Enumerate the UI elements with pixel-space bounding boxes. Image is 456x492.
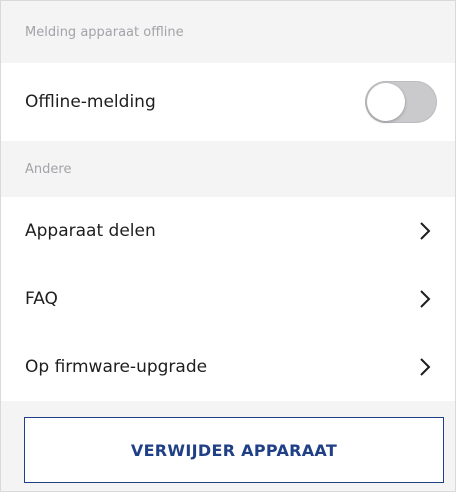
chevron-right-icon <box>417 220 433 242</box>
faq-label: FAQ <box>25 289 58 309</box>
offline-notification-label: Offline-melding <box>25 92 156 112</box>
toggle-knob <box>367 83 405 121</box>
section-header-offline: Melding apparaat offline <box>1 1 455 63</box>
firmware-upgrade-label: Op firmware-upgrade <box>25 357 208 377</box>
offline-notification-toggle[interactable] <box>365 81 437 123</box>
share-device-row[interactable]: Apparaat delen <box>1 197 455 265</box>
delete-device-button[interactable]: VERWIJDER APPARAAT <box>24 417 444 483</box>
section-header-other-label: Andere <box>25 161 72 177</box>
chevron-right-icon <box>417 288 433 310</box>
device-settings-screen: Melding apparaat offline Offline-melding… <box>0 0 456 492</box>
section-header-other: Andere <box>1 141 455 197</box>
share-device-label: Apparaat delen <box>25 221 156 241</box>
offline-notification-row: Offline-melding <box>1 63 455 141</box>
section-header-offline-label: Melding apparaat offline <box>25 24 184 40</box>
delete-area: VERWIJDER APPARAAT <box>1 401 455 491</box>
firmware-upgrade-row[interactable]: Op firmware-upgrade <box>1 333 455 401</box>
faq-row[interactable]: FAQ <box>1 265 455 333</box>
chevron-right-icon <box>417 356 433 378</box>
